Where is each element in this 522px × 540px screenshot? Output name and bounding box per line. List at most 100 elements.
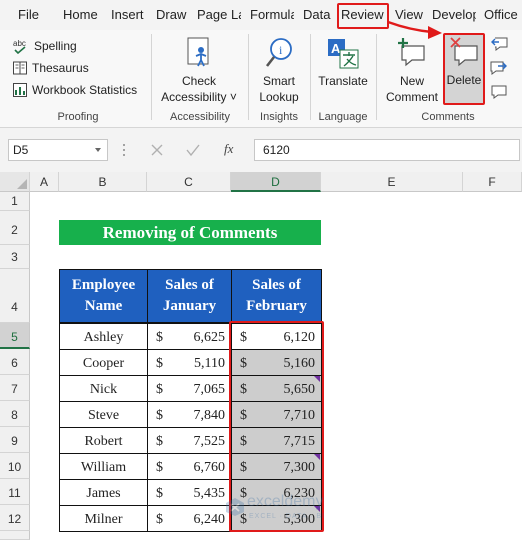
spelling-label: Spelling	[34, 39, 77, 53]
cancel-entry-icon[interactable]	[150, 143, 164, 157]
header-employee-name[interactable]: Employee Name	[59, 269, 148, 323]
chevron-down-icon[interactable]	[93, 145, 103, 155]
column-header-e[interactable]: E	[321, 172, 463, 192]
worksheet-grid: A B C D E F 1 2 3 4 5 6 7 8 9 10 11 12 R…	[0, 172, 522, 540]
annotation-arrow	[387, 20, 442, 39]
formula-input[interactable]: 6120	[254, 139, 520, 161]
row-header-11[interactable]: 11	[0, 479, 30, 505]
translate-label: Translate	[318, 74, 368, 88]
cell-employee-name[interactable]: Ashley	[59, 323, 148, 350]
row-header-6[interactable]: 6	[0, 349, 30, 375]
watermark: exceldemy EXCEL · DATA · BI	[225, 493, 335, 527]
tab-office[interactable]: Office	[484, 0, 522, 30]
cell-sales-january[interactable]: $6,240	[147, 505, 232, 532]
cell-employee-name[interactable]: Steve	[59, 401, 148, 428]
column-header-c[interactable]: C	[147, 172, 231, 192]
row-header-8[interactable]: 8	[0, 401, 30, 427]
tab-home[interactable]: Home	[63, 0, 101, 30]
svg-text:abc: abc	[13, 39, 26, 48]
currency-symbol: $	[156, 382, 163, 397]
header-sales-january[interactable]: Sales of January	[147, 269, 232, 323]
new-comment-label-2: Comment	[385, 90, 438, 104]
cell-sales-january[interactable]: $6,760	[147, 453, 232, 480]
thesaurus-button[interactable]: Thesaurus	[12, 58, 89, 78]
smart-lookup-button[interactable]: i Smart Lookup	[252, 34, 306, 106]
currency-symbol: $	[156, 330, 163, 345]
ribbon-separator	[151, 34, 152, 120]
column-header-b[interactable]: B	[59, 172, 147, 192]
tab-draw[interactable]: Draw	[156, 0, 188, 30]
cell-sales-january[interactable]: $5,435	[147, 479, 232, 506]
amount: 7,840	[193, 408, 226, 423]
next-comment-icon[interactable]	[490, 60, 508, 76]
cell-sales-january[interactable]: $7,525	[147, 427, 232, 454]
currency-symbol: $	[156, 486, 163, 501]
amount: 7,525	[193, 434, 226, 449]
tab-page-layout[interactable]: Page La	[197, 0, 241, 30]
row-header-2[interactable]: 2	[0, 211, 30, 245]
exceldemy-logo-icon	[226, 498, 244, 516]
row-header-12[interactable]: 12	[0, 505, 30, 531]
workbook-statistics-icon	[13, 83, 27, 97]
translate-button[interactable]: A Translate	[313, 34, 373, 106]
thesaurus-label: Thesaurus	[32, 61, 89, 75]
cell-employee-name[interactable]: Milner	[59, 505, 148, 532]
tab-file[interactable]: File	[18, 0, 40, 30]
translate-icon: A	[328, 39, 359, 69]
row-header-7[interactable]: 7	[0, 375, 30, 401]
name-box[interactable]: D5	[8, 139, 108, 161]
show-comments-icon[interactable]	[490, 84, 508, 100]
delete-comment-button[interactable]: Delete	[443, 33, 485, 105]
cell-employee-name[interactable]: Cooper	[59, 349, 148, 376]
amount: 6,760	[193, 460, 226, 475]
row-header-10[interactable]: 10	[0, 453, 30, 479]
cell-sales-january[interactable]: $7,065	[147, 375, 232, 402]
row-header-9[interactable]: 9	[0, 427, 30, 453]
workbook-statistics-button[interactable]: Workbook Statistics	[12, 80, 137, 100]
tab-data[interactable]: Data	[303, 0, 333, 30]
select-all-icon	[17, 179, 27, 189]
cell-sales-january[interactable]: $7,840	[147, 401, 232, 428]
cell-employee-name[interactable]: William	[59, 453, 148, 480]
tab-insert[interactable]: Insert	[111, 0, 145, 30]
formula-bar: D5 fx 6120	[0, 128, 522, 172]
review-ribbon: abc Spelling Thesaurus Workbook Statisti…	[0, 30, 522, 128]
currency-symbol: $	[156, 434, 163, 449]
sheet-title[interactable]: Removing of Comments	[59, 220, 321, 245]
workbook-statistics-label: Workbook Statistics	[32, 83, 138, 97]
formula-bar-grip-icon	[123, 144, 125, 156]
amount: 5,110	[194, 356, 225, 371]
cell-employee-name[interactable]: Nick	[59, 375, 148, 402]
previous-comment-icon[interactable]	[490, 36, 508, 52]
currency-symbol: $	[156, 460, 163, 475]
cell-sales-january[interactable]: $5,110	[147, 349, 232, 376]
thesaurus-icon	[13, 61, 27, 75]
header-sales-february[interactable]: Sales of February	[231, 269, 322, 323]
row-header-1[interactable]: 1	[0, 192, 30, 211]
new-comment-button[interactable]: New Comment	[383, 34, 441, 106]
column-header-d[interactable]: D	[231, 172, 321, 192]
currency-symbol: $	[156, 356, 163, 371]
tab-formulas[interactable]: Formula	[250, 0, 294, 30]
column-header-a[interactable]: A	[30, 172, 59, 192]
currency-symbol: $	[156, 408, 163, 423]
column-header-f[interactable]: F	[463, 172, 522, 192]
name-box-value: D5	[13, 143, 29, 157]
select-all-corner[interactable]	[0, 172, 30, 192]
cell-employee-name[interactable]: James	[59, 479, 148, 506]
watermark-tagline: EXCEL · DATA · BI	[249, 513, 325, 520]
cell-sales-january[interactable]: $6,625	[147, 323, 232, 350]
ribbon-separator	[376, 34, 377, 120]
check-accessibility-button[interactable]: Check Accessibility ˅	[155, 34, 243, 106]
row-header-13	[0, 531, 30, 540]
smart-lookup-label-1: Smart	[262, 74, 295, 88]
row-header-4[interactable]: 4	[0, 269, 30, 323]
confirm-entry-icon[interactable]	[186, 143, 200, 157]
formula-value: 6120	[263, 143, 290, 157]
insert-function-icon[interactable]: fx	[224, 141, 233, 157]
spelling-button[interactable]: abc Spelling	[12, 36, 77, 56]
spelling-icon: abc	[13, 39, 26, 54]
row-header-5[interactable]: 5	[0, 323, 30, 349]
cell-employee-name[interactable]: Robert	[59, 427, 148, 454]
row-header-3[interactable]: 3	[0, 245, 30, 269]
